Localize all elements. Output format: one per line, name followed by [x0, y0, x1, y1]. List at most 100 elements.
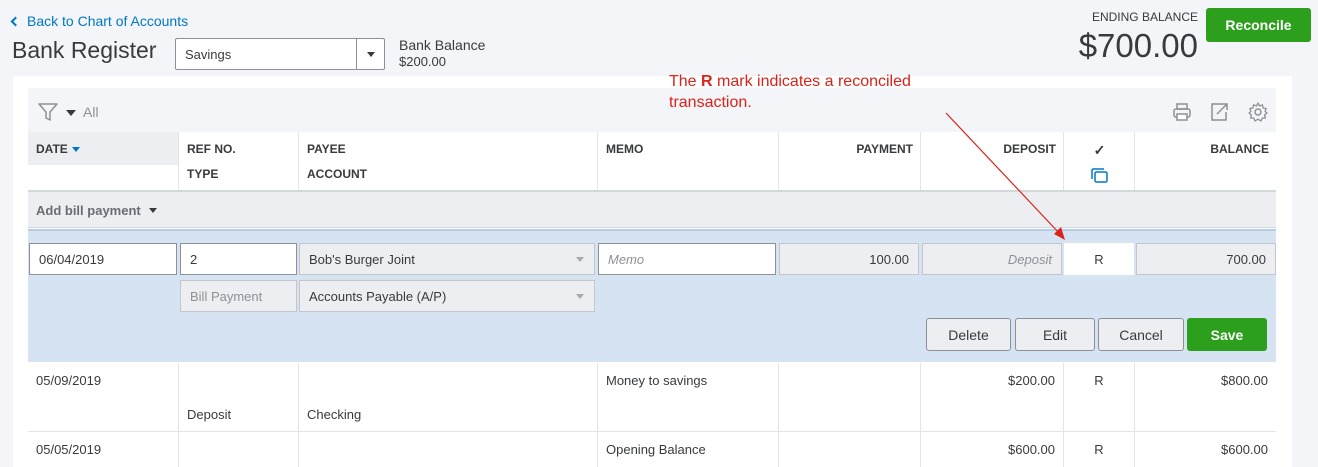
type-cell: Deposit: [178, 397, 298, 431]
multi-select-icon[interactable]: [1091, 168, 1109, 184]
caret-down-icon: [148, 208, 157, 213]
payee-cell: [298, 363, 597, 397]
table-row[interactable]: 05/09/2019 Money to savings $200.00 R $8…: [28, 363, 1276, 397]
deposit-input[interactable]: Deposit: [922, 243, 1062, 275]
balance-cell: $800.00: [1134, 363, 1276, 397]
deposit-cell-value: $600.00: [1008, 442, 1055, 457]
payment-cell: [778, 363, 920, 397]
caret-down-icon: [576, 256, 584, 262]
status-cell: R: [1063, 363, 1134, 397]
table-row-detail[interactable]: Deposit Checking: [28, 397, 1276, 432]
register-toolbar: [28, 88, 1276, 132]
column-header-row: DATE REF NO. TYPE PAYEE ACCOUNT MEMO PAY…: [28, 132, 1276, 192]
empty-cell: [920, 397, 1063, 431]
ref-no-cell: [178, 363, 298, 397]
date-input-value: 06/04/2019: [39, 251, 105, 267]
account-cell: Checking: [298, 397, 597, 431]
checkmark-icon: ✓: [1093, 142, 1106, 158]
type-header-label: TYPE: [187, 167, 219, 181]
gear-icon[interactable]: [1247, 101, 1269, 123]
ending-balance-value: $700.00: [1078, 27, 1198, 64]
memo-placeholder: Memo: [608, 251, 645, 267]
edit-button[interactable]: Edit: [1015, 318, 1095, 351]
date-column-header[interactable]: DATE: [28, 132, 178, 165]
balance-column-header: BALANCE: [1134, 132, 1276, 190]
date-cell-value: 05/09/2019: [36, 372, 102, 388]
cancel-button[interactable]: Cancel: [1098, 318, 1184, 351]
status-cell-value: R: [1094, 442, 1104, 457]
account-cell-value: Checking: [307, 406, 362, 422]
empty-cell: [28, 397, 178, 431]
filter-value[interactable]: All: [83, 104, 99, 120]
back-to-chart-of-accounts-link[interactable]: Back to Chart of Accounts: [10, 13, 189, 29]
deposit-cell: $600.00: [920, 432, 1063, 467]
payee-cell: [298, 432, 597, 467]
delete-button[interactable]: Delete: [926, 318, 1011, 351]
payee-select[interactable]: Bob's Burger Joint: [299, 243, 595, 275]
bank-balance-label: Bank Balance: [399, 37, 486, 53]
reconcile-status-toggle[interactable]: R: [1064, 243, 1134, 275]
annotation-prefix: The: [669, 73, 702, 90]
account-header-label: ACCOUNT: [307, 167, 367, 181]
type-cell-value: Deposit: [187, 406, 232, 422]
caret-down-icon: [366, 51, 375, 57]
memo-header-label: MEMO: [606, 142, 644, 156]
caret-down-icon: [576, 293, 584, 299]
type-display-value: Bill Payment: [190, 288, 263, 304]
ref-no-header-label: REF NO.: [187, 142, 236, 156]
reconcile-button[interactable]: Reconcile: [1206, 8, 1311, 42]
print-icon[interactable]: [1171, 101, 1193, 123]
save-button[interactable]: Save: [1187, 318, 1267, 351]
deposit-placeholder: Deposit: [1007, 251, 1052, 267]
deposit-column-header: DEPOSIT: [920, 132, 1063, 190]
memo-cell: Money to savings: [597, 363, 778, 397]
empty-cell: [1134, 397, 1276, 431]
status-cell-value: R: [1094, 372, 1104, 388]
back-link-label: Back to Chart of Accounts: [27, 13, 189, 29]
filter-icon[interactable]: [37, 101, 59, 123]
add-bill-payment-label: Add bill payment: [36, 203, 141, 218]
payment-cell: [778, 432, 920, 467]
ending-balance-label: ENDING BALANCE: [1091, 10, 1198, 24]
account-field-value: Accounts Payable (A/P): [309, 288, 447, 304]
annotation-bold: R: [701, 73, 713, 90]
annotation-note: The R mark indicates a reconciled transa…: [669, 71, 959, 113]
memo-cell-value: Opening Balance: [606, 442, 706, 457]
status-cell: R: [1063, 432, 1134, 467]
ref-type-column-header: REF NO. TYPE: [178, 132, 298, 190]
deposit-header-label: DEPOSIT: [1003, 142, 1056, 156]
account-select-dropdown[interactable]: [356, 39, 384, 69]
sort-caret-icon: [71, 146, 80, 152]
deposit-cell-value: $200.00: [1008, 372, 1055, 388]
payment-input[interactable]: 100.00: [779, 243, 919, 275]
payee-header-label: PAYEE: [307, 142, 346, 156]
account-select-field[interactable]: Accounts Payable (A/P): [299, 280, 595, 312]
table-row[interactable]: 05/05/2019 Opening Balance $600.00 R $60…: [28, 432, 1276, 467]
balance-cell-value: $800.00: [1221, 372, 1268, 388]
ref-no-input[interactable]: 2: [180, 243, 297, 275]
filter-caret-icon[interactable]: [66, 110, 76, 116]
date-cell: 05/05/2019: [28, 432, 178, 467]
ref-no-input-value: 2: [190, 251, 198, 267]
account-select[interactable]: Savings: [175, 38, 385, 70]
reconcile-status-value: R: [1094, 251, 1104, 267]
balance-cell: $600.00: [1134, 432, 1276, 467]
balance-display-value: 700.00: [1226, 251, 1266, 267]
account-dropdown[interactable]: [566, 281, 594, 311]
type-display: Bill Payment: [180, 280, 297, 312]
add-transaction-row: [28, 192, 1276, 228]
export-icon[interactable]: [1208, 101, 1230, 123]
payment-input-value: 100.00: [869, 251, 909, 267]
payment-header-label: PAYMENT: [856, 142, 913, 156]
payee-dropdown[interactable]: [566, 244, 594, 274]
deposit-cell: $200.00: [920, 363, 1063, 397]
add-bill-payment-button[interactable]: Add bill payment: [36, 203, 157, 218]
balance-display: 700.00: [1136, 243, 1276, 275]
date-cell-value: 05/05/2019: [36, 442, 102, 457]
bank-balance-value: $200.00: [399, 54, 446, 69]
date-header-label: DATE: [36, 142, 68, 156]
balance-header-label: BALANCE: [1210, 142, 1269, 156]
memo-input[interactable]: Memo: [598, 243, 776, 275]
payment-column-header: PAYMENT: [778, 132, 920, 190]
date-input[interactable]: 06/04/2019: [29, 243, 177, 275]
